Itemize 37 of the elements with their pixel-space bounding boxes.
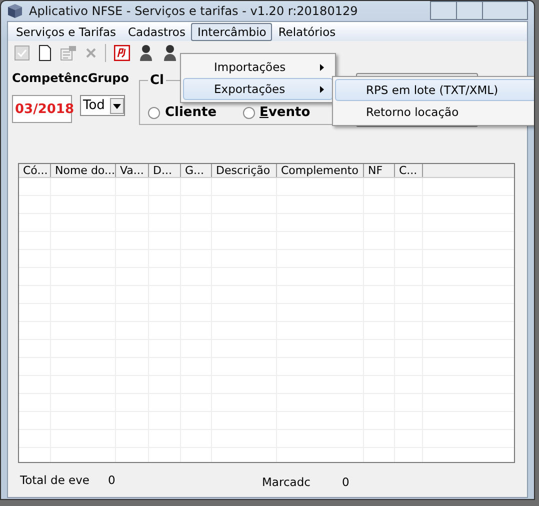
app-icon bbox=[7, 3, 23, 19]
menu-option[interactable]: Importações bbox=[183, 56, 333, 78]
marked-value: 0 bbox=[342, 475, 350, 489]
total-label: Total de eve bbox=[20, 473, 90, 487]
card-icon[interactable] bbox=[114, 45, 130, 61]
column-header[interactable]: Descrição bbox=[212, 164, 277, 177]
column-header[interactable]: Complemento bbox=[277, 164, 364, 177]
new-document-icon[interactable] bbox=[38, 45, 52, 61]
group-dropdown[interactable]: Tod bbox=[80, 95, 125, 116]
radio-button[interactable] bbox=[148, 107, 160, 119]
person-icon[interactable] bbox=[138, 44, 154, 62]
group-title: Cl bbox=[148, 73, 165, 88]
column-header[interactable]: D... bbox=[149, 164, 181, 177]
radio-label: Cliente bbox=[164, 105, 217, 121]
date-field[interactable]: 03/2018 bbox=[12, 95, 72, 123]
radio-label: Evento bbox=[260, 105, 310, 121]
menu-option[interactable]: RPS em lote (TXT/XML) bbox=[335, 79, 534, 101]
menu-option[interactable]: Retorno locação bbox=[335, 101, 534, 123]
window-title: Aplicativo NFSE - Serviços e tarifas - v1.20 r:20180129 bbox=[29, 4, 358, 18]
column-header[interactable]: G... bbox=[181, 164, 212, 177]
person-icon[interactable] bbox=[162, 44, 178, 62]
column-header[interactable]: NF bbox=[364, 164, 395, 177]
window-controls-drawing[interactable] bbox=[430, 1, 528, 21]
column-header[interactable]: Va... bbox=[116, 164, 149, 177]
column-header[interactable]: Có... bbox=[19, 164, 51, 177]
column-header[interactable]: C... bbox=[395, 164, 423, 177]
total-value: 0 bbox=[108, 473, 116, 487]
menu-item[interactable]: Cadastros bbox=[122, 22, 192, 40]
menu-item[interactable]: Relatórios bbox=[272, 22, 342, 40]
marked-label: Marcadc bbox=[262, 475, 312, 489]
menu-option[interactable]: Exportações bbox=[183, 78, 333, 100]
column-header[interactable]: Nome do... bbox=[51, 164, 116, 177]
field-label: Competênc bbox=[12, 71, 88, 87]
radio-button[interactable] bbox=[242, 107, 255, 119]
menu-item[interactable]: Serviços e Tarifas bbox=[10, 22, 122, 40]
field-label: Grupo bbox=[88, 71, 129, 87]
menu-item[interactable]: Intercâmbio bbox=[191, 22, 272, 40]
